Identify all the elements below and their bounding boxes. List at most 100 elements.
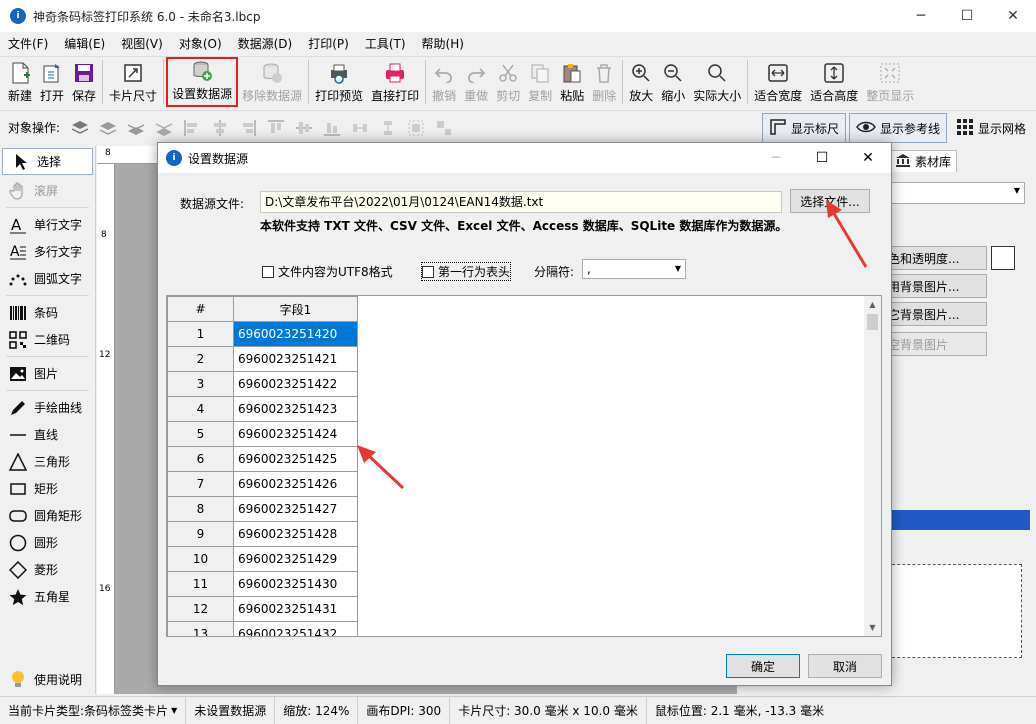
- scroll-down-icon[interactable]: ▼: [864, 619, 881, 636]
- field1-cell[interactable]: 6960023251431: [233, 596, 358, 622]
- menu-print[interactable]: 打印(P): [300, 32, 357, 56]
- open-button[interactable]: 打开: [36, 57, 68, 107]
- tool-qrcode[interactable]: 二维码: [0, 326, 95, 353]
- tool-arc-text[interactable]: 圆弧文字: [0, 265, 95, 292]
- data-preview-grid[interactable]: # 字段1 1 6960023251420 2 6960023251421 3 69600…: [166, 295, 882, 637]
- scroll-up-icon[interactable]: ▲: [864, 296, 881, 313]
- zoom-in-button[interactable]: 放大: [625, 57, 657, 107]
- menu-edit[interactable]: 编辑(E): [56, 32, 113, 56]
- maximize-button[interactable]: ☐: [944, 0, 990, 32]
- paste-button[interactable]: 粘贴: [556, 57, 588, 107]
- table-row[interactable]: 8 6960023251427: [167, 496, 358, 522]
- layer-top-icon[interactable]: [69, 117, 91, 139]
- tool-pan[interactable]: 滚屏: [0, 177, 95, 204]
- align-middle-icon[interactable]: [293, 117, 315, 139]
- field1-cell[interactable]: 6960023251430: [233, 571, 358, 597]
- ungroup-icon[interactable]: [433, 117, 455, 139]
- actual-size-button[interactable]: 实际大小: [689, 57, 745, 107]
- choose-file-button[interactable]: 选择文件...: [790, 189, 870, 213]
- align-left-icon[interactable]: [181, 117, 203, 139]
- use-bg-image-button[interactable]: 用背景图片...: [887, 274, 987, 298]
- align-bottom-icon[interactable]: [321, 117, 343, 139]
- minimize-button[interactable]: ─: [898, 0, 944, 32]
- table-row[interactable]: 6 6960023251425: [167, 446, 358, 472]
- tool-freehand[interactable]: 手绘曲线: [0, 394, 95, 421]
- align-center-icon[interactable]: [209, 117, 231, 139]
- layer-down-icon[interactable]: [125, 117, 147, 139]
- tool-line[interactable]: 直线: [0, 421, 95, 448]
- fit-height-button[interactable]: 适合高度: [806, 57, 862, 107]
- layer-up-icon[interactable]: [97, 117, 119, 139]
- ok-button[interactable]: 确定: [726, 654, 800, 678]
- field1-cell[interactable]: 6960023251428: [233, 521, 358, 547]
- card-type-cell[interactable]: 当前卡片类型: 条码标签类卡片 ▼: [0, 696, 187, 724]
- new-button[interactable]: 新建: [4, 57, 36, 107]
- align-top-icon[interactable]: [265, 117, 287, 139]
- separator-select[interactable]: , ▼: [582, 259, 686, 279]
- show-guides-toggle[interactable]: 显示参考线: [848, 113, 947, 143]
- tab-material-library[interactable]: 素材库: [889, 150, 957, 172]
- tool-image[interactable]: 图片: [0, 360, 95, 387]
- tool-single-text[interactable]: A 单行文字: [0, 211, 95, 238]
- first-row-header-checkbox[interactable]: 第一行为表头: [420, 262, 512, 281]
- table-row[interactable]: 12 6960023251431: [167, 596, 358, 622]
- redo-button[interactable]: 重做: [460, 57, 492, 107]
- color-swatch[interactable]: [991, 246, 1015, 270]
- fit-width-button[interactable]: 适合宽度: [750, 57, 806, 107]
- clear-bg-image-button[interactable]: 空背景图片: [887, 332, 987, 356]
- set-datasource-button[interactable]: 设置数据源: [166, 57, 239, 107]
- tool-rounded-rect[interactable]: 圆角矩形: [0, 502, 95, 529]
- distribute-v-icon[interactable]: [377, 117, 399, 139]
- tool-star[interactable]: 五角星: [0, 583, 95, 610]
- distribute-h-icon[interactable]: [349, 117, 371, 139]
- field1-cell[interactable]: 6960023251432: [233, 621, 358, 636]
- grid-scrollbar[interactable]: ▲ ▼: [864, 296, 881, 636]
- field1-cell[interactable]: 6960023251423: [233, 396, 358, 422]
- field1-cell[interactable]: 6960023251425: [233, 446, 358, 472]
- print-preview-button[interactable]: 打印预览: [311, 57, 367, 107]
- field1-cell[interactable]: 6960023251429: [233, 546, 358, 572]
- other-bg-image-button[interactable]: 它背景图片...: [887, 302, 987, 326]
- zoom-out-button[interactable]: 缩小: [657, 57, 689, 107]
- delete-button[interactable]: 删除: [588, 57, 620, 107]
- menu-view[interactable]: 视图(V): [113, 32, 171, 56]
- tool-help[interactable]: 使用说明: [0, 666, 82, 693]
- field1-cell[interactable]: 6960023251420: [233, 321, 358, 347]
- menu-datasource[interactable]: 数据源(D): [230, 32, 301, 56]
- tool-diamond[interactable]: 菱形: [0, 556, 95, 583]
- table-row[interactable]: 2 6960023251421: [167, 346, 358, 372]
- menu-help[interactable]: 帮助(H): [414, 32, 472, 56]
- group-icon[interactable]: [405, 117, 427, 139]
- tool-multi-text[interactable]: A 多行文字: [0, 238, 95, 265]
- menu-object[interactable]: 对象(O): [171, 32, 230, 56]
- tool-triangle[interactable]: 三角形: [0, 448, 95, 475]
- field1-cell[interactable]: 6960023251422: [233, 371, 358, 397]
- cut-button[interactable]: 剪切: [492, 57, 524, 107]
- table-row[interactable]: 3 6960023251422: [167, 371, 358, 397]
- direct-print-button[interactable]: 直接打印: [367, 57, 423, 107]
- show-grid-toggle[interactable]: 显示网格: [950, 113, 1032, 143]
- table-row[interactable]: 1 6960023251420: [167, 321, 358, 347]
- table-row[interactable]: 10 6960023251429: [167, 546, 358, 572]
- table-row[interactable]: 11 6960023251430: [167, 571, 358, 597]
- save-button[interactable]: 保存: [68, 57, 100, 107]
- remove-datasource-button[interactable]: 移除数据源: [238, 57, 306, 107]
- fit-page-button[interactable]: 整页显示: [862, 57, 918, 107]
- field1-cell[interactable]: 6960023251421: [233, 346, 358, 372]
- copy-button[interactable]: 复制: [524, 57, 556, 107]
- field1-cell[interactable]: 6960023251426: [233, 471, 358, 497]
- field1-cell[interactable]: 6960023251427: [233, 496, 358, 522]
- dialog-close-button[interactable]: ✕: [845, 143, 891, 173]
- field1-cell[interactable]: 6960023251424: [233, 421, 358, 447]
- tool-select[interactable]: 选择: [2, 148, 93, 175]
- table-row[interactable]: 13 6960023251432: [167, 621, 358, 636]
- utf8-checkbox[interactable]: 文件内容为UTF8格式: [262, 263, 393, 280]
- undo-button[interactable]: 撤销: [428, 57, 460, 107]
- table-row[interactable]: 4 6960023251423: [167, 396, 358, 422]
- show-ruler-toggle[interactable]: 显示标尺: [761, 113, 846, 143]
- grid-header-field1[interactable]: 字段1: [233, 296, 358, 322]
- layer-bottom-icon[interactable]: [153, 117, 175, 139]
- card-size-button[interactable]: 卡片尺寸: [105, 57, 161, 107]
- dialog-maximize-button[interactable]: ☐: [799, 143, 845, 173]
- tool-circle[interactable]: 圆形: [0, 529, 95, 556]
